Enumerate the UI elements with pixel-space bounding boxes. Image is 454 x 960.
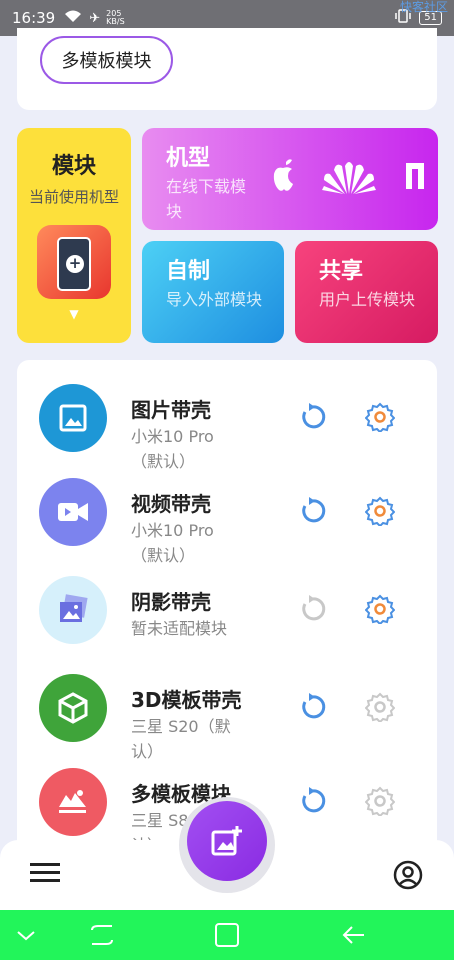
refresh-icon[interactable]: [297, 594, 327, 624]
wifi-icon: [63, 9, 83, 27]
selfmade-tile-title: 自制: [166, 259, 211, 284]
brand-logo-icon: [404, 161, 426, 195]
landscape-icon: [39, 768, 107, 836]
shadow-image-icon: [39, 576, 107, 644]
models-tile-title: 机型: [166, 146, 211, 171]
share-tile-title: 共享: [319, 259, 364, 284]
module-name: 视频带壳: [131, 492, 211, 516]
home-icon[interactable]: [213, 922, 241, 948]
share-tile-desc: 用户上传模块: [319, 290, 416, 309]
refresh-icon[interactable]: [297, 402, 327, 432]
refresh-icon[interactable]: [297, 692, 327, 722]
watermark: 快客社区: [399, 0, 448, 14]
add-image-icon: [211, 826, 242, 856]
status-time: 16:39: [12, 9, 56, 27]
list-item[interactable]: 3D模板带壳 三星 S20（默认）: [17, 662, 437, 761]
add-phone-icon: +: [37, 225, 111, 299]
list-item[interactable]: 视频带壳 小米10 Pro（默认）: [17, 466, 437, 565]
module-tile[interactable]: 模块 当前使用机型 + ▼: [17, 128, 131, 343]
speed-unit: KB/S: [106, 17, 125, 26]
gear-icon[interactable]: [364, 594, 396, 626]
models-tile[interactable]: 机型 在线下载模块: [142, 128, 438, 230]
list-item[interactable]: 阴影带壳 暂未适配模块: [17, 564, 437, 656]
models-tile-desc: 在线下载模块: [166, 177, 247, 221]
module-meta: 暂未适配模块: [131, 619, 228, 638]
module-tile-subtitle: 当前使用机型: [28, 188, 119, 206]
module-meta: 小米10 Pro（默认）: [131, 521, 214, 565]
refresh-icon[interactable]: [297, 496, 327, 526]
system-nav-bar: [0, 910, 454, 960]
module-tile-title: 模块: [51, 154, 96, 179]
selfmade-tile[interactable]: 自制 导入外部模块: [142, 241, 284, 343]
template-chip[interactable]: 多模板模块: [40, 36, 173, 84]
gear-icon[interactable]: [364, 786, 396, 818]
module-name: 图片带壳: [131, 398, 211, 422]
network-speed: 205 KB/S: [106, 10, 125, 26]
share-tile[interactable]: 共享 用户上传模块: [295, 241, 438, 343]
user-account-icon[interactable]: [393, 860, 423, 890]
module-list: 图片带壳 小米10 Pro（默认） 视频带壳 小米10 Pro（默认） 阴影带壳…: [17, 360, 437, 860]
recent-apps-icon[interactable]: [88, 922, 116, 948]
apple-logo-icon: [272, 158, 294, 198]
huawei-logo-icon: [320, 156, 378, 200]
list-item[interactable]: 图片带壳 小米10 Pro（默认）: [17, 372, 437, 471]
back-icon[interactable]: [340, 922, 368, 948]
module-name: 3D模板带壳: [131, 688, 242, 712]
selfmade-tile-desc: 导入外部模块: [166, 290, 263, 309]
video-icon: [39, 478, 107, 546]
gear-icon[interactable]: [364, 496, 396, 528]
image-icon: [39, 384, 107, 452]
chevron-down-icon[interactable]: [12, 922, 40, 948]
refresh-icon[interactable]: [297, 786, 327, 816]
gear-icon[interactable]: [364, 692, 396, 724]
menu-icon[interactable]: [30, 862, 60, 884]
airplane-icon: ✈: [89, 10, 101, 26]
caret-down-icon: ▼: [69, 307, 79, 321]
gear-icon[interactable]: [364, 402, 396, 434]
module-name: 阴影带壳: [131, 590, 211, 614]
cube-icon: [39, 674, 107, 742]
add-image-button[interactable]: [187, 801, 267, 881]
